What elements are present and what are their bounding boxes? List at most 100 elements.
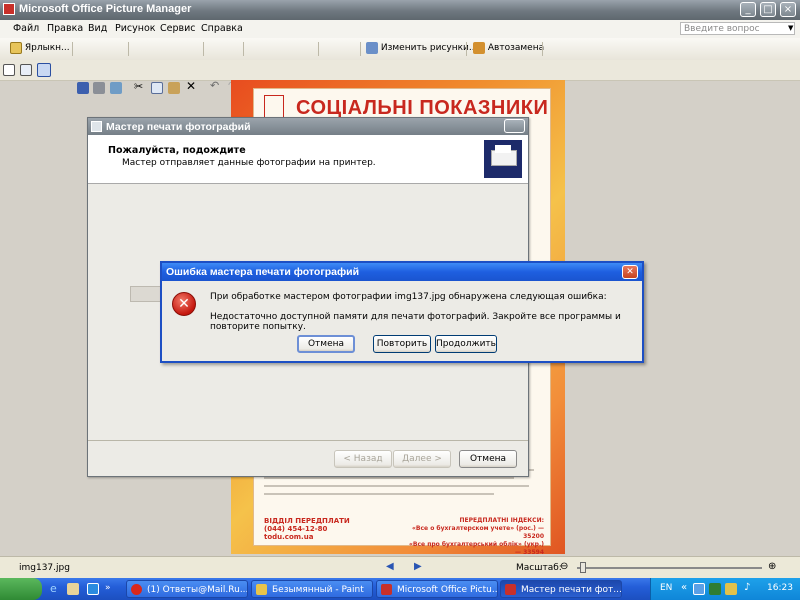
error-close-button[interactable]: ✕ xyxy=(622,265,638,279)
continue-button[interactable]: Продолжить xyxy=(435,335,497,353)
copy-icon[interactable] xyxy=(151,82,163,94)
tray-arrow-icon[interactable]: « xyxy=(681,582,687,593)
wizard-app-icon xyxy=(91,121,102,132)
edit-pictures-icon xyxy=(366,41,378,54)
wizard-cancel-button[interactable]: Отмена xyxy=(459,450,517,468)
task-paint[interactable]: Безымянный - Paint xyxy=(251,580,373,598)
tray-security-icon[interactable] xyxy=(725,583,737,595)
error-message-line1: При обработке мастером фотографии img137… xyxy=(210,292,607,302)
maximize-button[interactable]: □ xyxy=(760,2,776,17)
help-dropdown-icon[interactable]: ▼ xyxy=(788,24,793,32)
edit-pictures-button[interactable]: Изменить рисунки... xyxy=(366,41,477,56)
paste-icon[interactable] xyxy=(168,82,180,94)
start-button[interactable] xyxy=(0,578,42,600)
ie-icon[interactable]: e xyxy=(50,582,57,595)
wizard-title: Мастер печати фотографий xyxy=(106,121,251,133)
task-print-wizard[interactable]: Мастер печати фот... xyxy=(500,580,622,598)
menu-file[interactable]: Файл xyxy=(13,23,39,34)
error-title: Ошибка мастера печати фотографий xyxy=(166,266,360,278)
thumbnail-view-icon[interactable] xyxy=(3,64,15,76)
wizard-subheading: Мастер отправляет данные фотографии на п… xyxy=(122,158,376,168)
poster-footer-left: ВІДДІЛ ПЕРЕДПЛАТИ (044) 454-12-80 todu.c… xyxy=(264,517,350,541)
zoom-out-icon[interactable]: ⊖ xyxy=(560,561,568,572)
error-title-bar: Ошибка мастера печати фотографий ✕ xyxy=(162,263,642,281)
shortcuts-icon xyxy=(10,41,22,54)
cut-icon[interactable]: ✂ xyxy=(134,80,143,93)
error-icon: ✕ xyxy=(172,292,196,316)
poster-text-line xyxy=(264,477,514,479)
task-picture-manager[interactable]: Microsoft Office Pictu... xyxy=(376,580,498,598)
single-picture-view-icon[interactable] xyxy=(37,63,51,77)
toolbar-divider xyxy=(360,42,361,56)
menu-edit[interactable]: Правка xyxy=(47,23,83,34)
title-bar: Microsoft Office Picture Manager _ □ × xyxy=(0,0,800,20)
toolbar-divider xyxy=(203,42,204,56)
status-filename: img137.jpg xyxy=(19,563,70,573)
app-title: Microsoft Office Picture Manager xyxy=(19,3,192,15)
wizard-header: Пожалуйста, подождите Мастер отправляет … xyxy=(88,135,528,184)
error-dialog: Ошибка мастера печати фотографий ✕ ✕ При… xyxy=(160,261,644,363)
menu-view[interactable]: Вид xyxy=(88,23,107,34)
app-icon xyxy=(3,3,15,15)
back-button[interactable]: < Назад xyxy=(334,450,392,468)
volume-icon[interactable]: ♪ xyxy=(744,582,750,593)
zoom-slider-thumb[interactable] xyxy=(580,562,586,573)
poster-logo xyxy=(264,95,284,119)
autocorrect-label: Автозамена xyxy=(487,43,545,53)
toolbar-divider xyxy=(72,42,73,56)
menu-picture[interactable]: Рисунок xyxy=(115,23,156,34)
toolbar-divider xyxy=(318,42,319,56)
zoom-slider-track[interactable] xyxy=(577,567,762,569)
show-desktop-icon[interactable] xyxy=(67,583,79,595)
printer-icon xyxy=(484,140,522,178)
close-button[interactable]: × xyxy=(780,2,796,17)
poster-text-line xyxy=(264,493,494,495)
poster-footer-right: ПЕРЕДПЛАТНІ ІНДЕКСИ: «Все о бухгалтерско… xyxy=(409,517,544,556)
zoom-label: Масштаб: xyxy=(516,563,562,573)
poster-text-line xyxy=(264,485,529,487)
minimize-button[interactable]: _ xyxy=(740,2,756,17)
standard-toolbar: Ярлыкн... ✂ ✕ ↶ ↷ 4% ▼ ? ▼ Изменить рису… xyxy=(0,38,800,94)
print-icon[interactable] xyxy=(93,82,105,94)
clock: 16:23 xyxy=(767,583,793,593)
menu-help[interactable]: Справка xyxy=(201,23,243,34)
next-picture-icon[interactable]: ▶ xyxy=(414,561,422,572)
delete-icon[interactable]: ✕ xyxy=(186,79,196,93)
shortcuts-label: Ярлыкн... xyxy=(24,43,70,53)
tray-network-icon[interactable] xyxy=(709,583,721,595)
save-icon[interactable] xyxy=(77,82,89,94)
wizard-footer-divider xyxy=(88,440,528,441)
next-button[interactable]: Далее > xyxy=(393,450,451,468)
zoom-in-icon[interactable]: ⊕ xyxy=(768,561,776,572)
picture-manager-icon xyxy=(381,584,392,595)
toolbar-divider xyxy=(466,42,467,56)
quicklaunch-icon[interactable] xyxy=(87,583,99,595)
wizard-heading: Пожалуйста, подождите xyxy=(108,145,246,156)
toolbar-divider xyxy=(128,42,129,56)
task-mail[interactable]: (1) Ответы@Mail.Ru... xyxy=(126,580,248,598)
error-cancel-button[interactable]: Отмена xyxy=(297,335,355,353)
autocorrect-icon xyxy=(473,41,485,54)
view-toolbar xyxy=(0,60,800,81)
filmstrip-view-icon[interactable] xyxy=(20,64,32,76)
error-message-line2: Недостаточно доступной памяти для печати… xyxy=(210,312,621,332)
status-bar: img137.jpg ◀ ▶ Масштаб: ⊖ ⊕ xyxy=(0,556,800,579)
picture-manager-icon xyxy=(505,584,516,595)
system-tray: EN « ♪ 16:23 xyxy=(650,578,800,600)
email-icon[interactable] xyxy=(110,82,122,94)
shortcuts-button[interactable]: Ярлыкн... xyxy=(10,41,70,56)
previous-picture-icon[interactable]: ◀ xyxy=(386,561,394,572)
help-search-input[interactable]: Введите вопрос xyxy=(680,22,795,35)
autocorrect-button[interactable]: Автозамена xyxy=(473,41,544,56)
language-indicator[interactable]: EN xyxy=(660,583,672,593)
menu-tools[interactable]: Сервис xyxy=(160,23,196,34)
retry-button[interactable]: Повторить xyxy=(373,335,431,353)
toolbar-divider xyxy=(542,42,543,56)
toolbar-divider xyxy=(243,42,244,56)
tray-app-icon[interactable] xyxy=(693,583,705,595)
quicklaunch-more-icon[interactable]: » xyxy=(105,583,111,593)
edit-pictures-label: Изменить рисунки... xyxy=(380,43,478,53)
wizard-title-bar: Мастер печати фотографий xyxy=(88,118,528,135)
opera-icon xyxy=(131,584,142,595)
wizard-close-button[interactable] xyxy=(504,119,525,133)
